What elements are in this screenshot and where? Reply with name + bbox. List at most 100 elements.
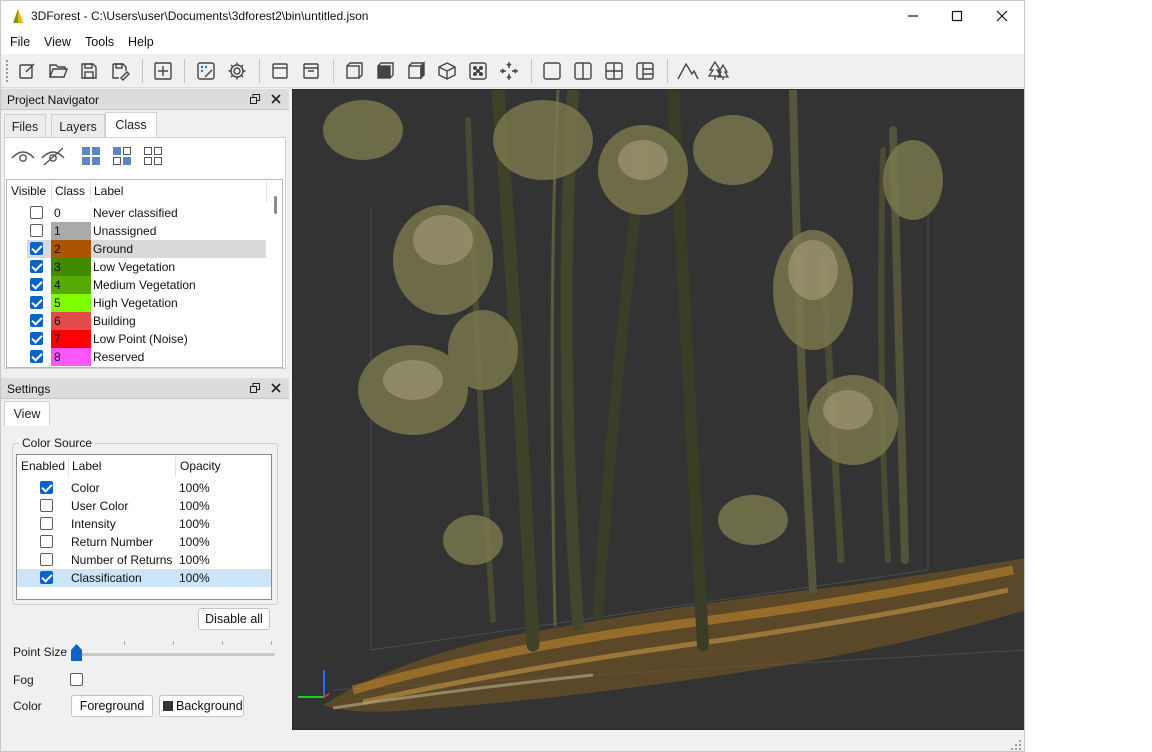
new-project-button[interactable] xyxy=(14,58,40,84)
close-button[interactable] xyxy=(979,1,1024,31)
fit-view-button[interactable] xyxy=(465,58,491,84)
tab-files[interactable]: Files xyxy=(4,114,46,138)
edit-settings-button[interactable] xyxy=(193,58,219,84)
class-row[interactable]: 8 Reserved xyxy=(27,348,266,366)
header-class[interactable]: Class xyxy=(55,184,85,198)
color-source-row[interactable]: Intensity 100% xyxy=(17,515,271,533)
enabled-checkbox[interactable] xyxy=(40,499,53,512)
save-button[interactable] xyxy=(76,58,102,84)
view-top-button[interactable] xyxy=(267,58,293,84)
tab-layers[interactable]: Layers xyxy=(51,114,105,138)
enabled-checkbox[interactable] xyxy=(40,481,53,494)
trees-button[interactable] xyxy=(706,58,732,84)
resize-grip-icon[interactable] xyxy=(1010,739,1022,751)
point-size-slider[interactable] xyxy=(71,636,277,662)
menu-tools[interactable]: Tools xyxy=(83,35,116,49)
visible-checkbox[interactable] xyxy=(30,278,43,291)
view-back-button[interactable] xyxy=(372,58,398,84)
class-number: 7 xyxy=(54,332,61,346)
class-row[interactable]: 0 Never classified xyxy=(27,204,266,222)
terrain-button[interactable] xyxy=(675,58,701,84)
view-front-button[interactable] xyxy=(341,58,367,84)
class-row[interactable]: 5 High Vegetation xyxy=(27,294,266,312)
settings-titlebar[interactable]: Settings xyxy=(1,378,289,399)
header-opacity[interactable]: Opacity xyxy=(180,459,221,473)
maximize-icon xyxy=(951,10,963,22)
color-source-row[interactable]: Classification 100% xyxy=(17,569,271,587)
disable-all-button[interactable]: Disable all xyxy=(198,608,270,630)
header-visible[interactable]: Visible xyxy=(11,184,46,198)
source-opacity: 100% xyxy=(179,553,210,567)
close-panel-button[interactable] xyxy=(269,381,283,395)
maximize-button[interactable] xyxy=(934,1,980,31)
settings-button[interactable] xyxy=(224,58,250,84)
view-bottom-button[interactable] xyxy=(298,58,324,84)
source-opacity: 100% xyxy=(179,481,210,495)
class-row[interactable]: 2 Ground xyxy=(27,240,266,258)
visible-checkbox[interactable] xyxy=(30,224,43,237)
minimize-button[interactable] xyxy=(890,1,936,31)
3d-viewport[interactable] xyxy=(292,89,1024,730)
select-all-button[interactable] xyxy=(80,145,102,167)
visible-checkbox[interactable] xyxy=(30,206,43,219)
float-panel-button[interactable] xyxy=(248,381,262,395)
class-row[interactable]: 4 Medium Vegetation xyxy=(27,276,266,294)
reset-view-button[interactable] xyxy=(496,58,522,84)
class-row[interactable]: 3 Low Vegetation xyxy=(27,258,266,276)
menu-view[interactable]: View xyxy=(42,35,73,49)
visible-checkbox[interactable] xyxy=(30,332,43,345)
header-enabled[interactable]: Enabled xyxy=(21,459,65,473)
layout-four-button[interactable] xyxy=(601,58,627,84)
select-none-button[interactable] xyxy=(142,145,164,167)
color-source-row[interactable]: Return Number 100% xyxy=(17,533,271,551)
class-table-scrollbar[interactable] xyxy=(271,180,282,367)
layout-three-button[interactable] xyxy=(632,58,658,84)
float-panel-button[interactable] xyxy=(248,92,262,106)
background-button[interactable]: Background xyxy=(159,695,244,717)
enabled-checkbox[interactable] xyxy=(40,517,53,530)
fog-checkbox[interactable] xyxy=(70,673,83,686)
save-as-button[interactable] xyxy=(107,58,133,84)
project-navigator-titlebar[interactable]: Project Navigator xyxy=(1,89,289,110)
visible-checkbox[interactable] xyxy=(30,260,43,273)
visible-checkbox[interactable] xyxy=(30,350,43,363)
view-left-button[interactable] xyxy=(403,58,429,84)
menu-help[interactable]: Help xyxy=(126,35,156,49)
show-button[interactable] xyxy=(9,144,37,168)
class-number: 8 xyxy=(54,350,61,364)
close-panel-button[interactable] xyxy=(269,92,283,106)
toolbar-grip[interactable] xyxy=(6,60,8,82)
visible-checkbox[interactable] xyxy=(30,314,43,327)
foreground-button-label: Foreground xyxy=(79,699,145,713)
visible-checkbox[interactable] xyxy=(30,296,43,309)
import-button[interactable] xyxy=(150,58,176,84)
class-row[interactable]: 1 Unassigned xyxy=(27,222,266,240)
tab-class[interactable]: Class xyxy=(105,112,157,138)
menu-file[interactable]: File xyxy=(8,35,32,49)
tab-view[interactable]: View xyxy=(4,401,50,427)
foreground-button[interactable]: Foreground xyxy=(71,695,153,717)
close-icon xyxy=(271,94,281,104)
eye-off-icon xyxy=(41,147,65,166)
view-3d-button[interactable] xyxy=(434,58,460,84)
layout-two-button[interactable] xyxy=(570,58,596,84)
color-source-row[interactable]: Number of Returns 100% xyxy=(17,551,271,569)
scrollbar-thumb[interactable] xyxy=(274,196,277,214)
color-source-row[interactable]: Color 100% xyxy=(17,479,271,497)
layout-single-button[interactable] xyxy=(539,58,565,84)
invert-selection-button[interactable] xyxy=(111,145,133,167)
enabled-checkbox[interactable] xyxy=(40,535,53,548)
class-row[interactable]: 7 Low Point (Noise) xyxy=(27,330,266,348)
class-label: Reserved xyxy=(93,350,145,364)
visible-checkbox[interactable] xyxy=(30,242,43,255)
open-project-button[interactable] xyxy=(45,58,71,84)
hide-button[interactable] xyxy=(39,144,67,168)
enabled-checkbox[interactable] xyxy=(40,553,53,566)
color-source-row[interactable]: User Color 100% xyxy=(17,497,271,515)
slider-handle[interactable] xyxy=(71,644,82,661)
slider-tick xyxy=(271,641,272,645)
header-label[interactable]: Label xyxy=(72,459,101,473)
class-row[interactable]: 6 Building xyxy=(27,312,266,330)
header-label[interactable]: Label xyxy=(94,184,123,198)
enabled-checkbox[interactable] xyxy=(40,571,53,584)
